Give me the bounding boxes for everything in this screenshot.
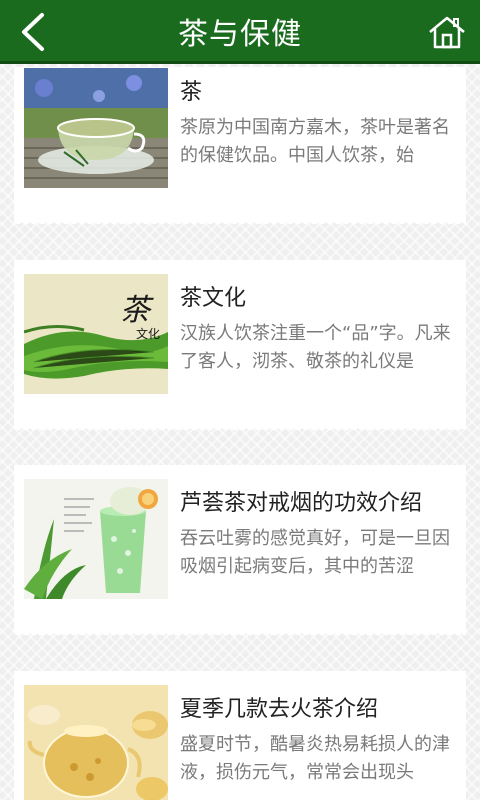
back-button[interactable] — [10, 8, 56, 56]
list-item[interactable]: 芦荟茶对戒烟的功效介绍 吞云吐雾的感觉真好，可是一旦因吸烟引起病变后，其中的苦涩 — [14, 465, 466, 639]
article-title: 夏季几款去火茶介绍 — [180, 697, 379, 722]
list-item[interactable]: 夏季几款去火茶介绍 盛夏时节，酷暑炎热易耗损人的津液，损伤元气，常常会出现头 — [14, 671, 466, 800]
tea-calligraphy: 茶 — [120, 293, 154, 328]
article-title: 茶文化 — [180, 286, 247, 311]
teapot-thumbnail — [24, 685, 168, 800]
list-item[interactable]: 茶 文化 茶文化 汉族人饮茶注重一个“品”字。凡来了客人，沏茶、敬茶的礼仪是 — [14, 260, 466, 434]
home-button[interactable] — [424, 8, 470, 56]
home-icon — [429, 16, 465, 49]
tea-cup-thumbnail — [24, 68, 168, 188]
article-summary: 吞云吐雾的感觉真好，可是一旦因吸烟引起病变后，其中的苦涩 — [180, 528, 450, 577]
chevron-left-icon — [22, 13, 44, 51]
article-list[interactable]: 茶 茶原为中国南方嘉木，茶叶是著名的保健饮品。中国人饮茶，始 茶 文化 茶文化 … — [0, 67, 480, 800]
article-summary: 汉族人饮茶注重一个“品”字。凡来了客人，沏茶、敬茶的礼仪是 — [180, 323, 451, 372]
article-title: 茶 — [180, 80, 203, 105]
aloe-drink-thumbnail — [24, 479, 168, 599]
culture-calligraphy: 文化 — [136, 326, 160, 341]
tea-culture-thumbnail: 茶 文化 — [24, 274, 168, 394]
article-summary: 盛夏时节，酷暑炎热易耗损人的津液，损伤元气，常常会出现头 — [180, 734, 450, 783]
app-header: 茶与保健 — [0, 0, 480, 64]
page-title: 茶与保健 — [178, 16, 302, 52]
article-title: 芦荟茶对戒烟的功效介绍 — [180, 491, 423, 516]
article-summary: 茶原为中国南方嘉木，茶叶是著名的保健饮品。中国人饮茶，始 — [180, 117, 450, 166]
list-item[interactable]: 茶 茶原为中国南方嘉木，茶叶是著名的保健饮品。中国人饮茶，始 — [14, 67, 466, 228]
